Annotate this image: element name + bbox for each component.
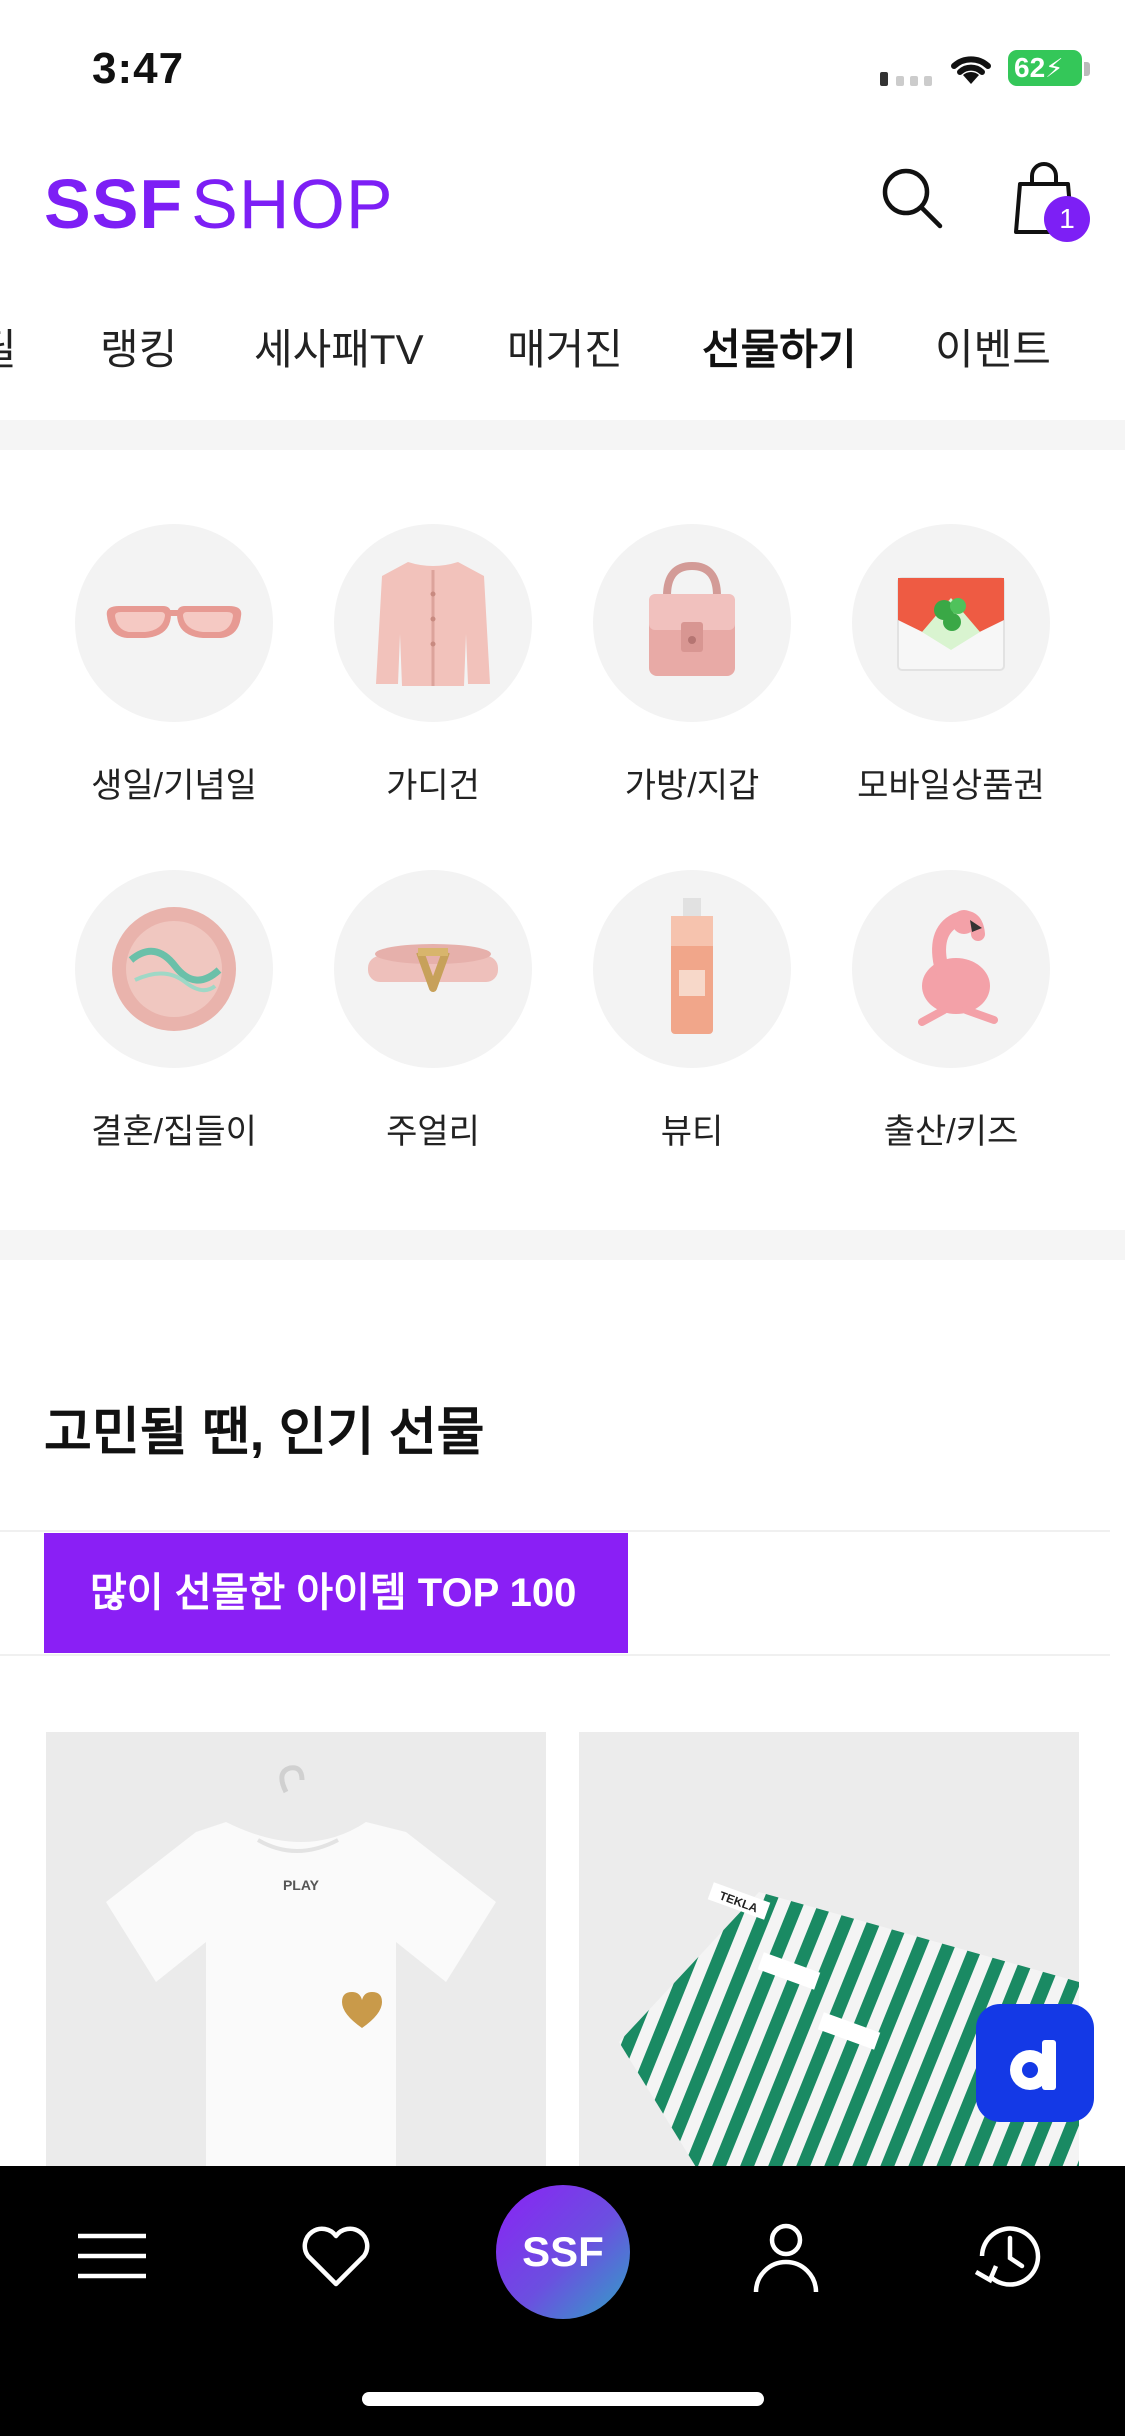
status-time: 3:47 [92,44,185,93]
tab-event[interactable]: 이벤트 [935,316,1051,377]
user-icon[interactable] [746,2216,826,2296]
section-divider [0,1230,1125,1260]
category-image [75,870,273,1068]
wifi-icon [951,56,991,84]
logo-bold: SSF [44,165,184,243]
cardigan-icon [376,562,490,686]
category-mobile-voucher[interactable]: 모바일상품권 [821,524,1081,807]
category-cardigan[interactable]: 가디건 [303,524,563,807]
category-bag-wallet[interactable]: 가방/지갑 [562,524,822,807]
battery-tip [1084,62,1090,76]
product-tag: PLAY [283,1877,320,1893]
t-shirt-image: PLAY [46,1732,546,2172]
category-baby-kids[interactable]: 출산/키즈 [821,870,1081,1153]
tab-magazine[interactable]: 매거진 [507,316,623,377]
category-image [334,870,532,1068]
gift-card-icon [897,577,1005,671]
menu-icon[interactable] [72,2216,152,2296]
ssf-shop-logo[interactable]: SSF SHOP [44,164,394,244]
sunglasses-icon [106,606,242,638]
d-logo-icon [1010,2040,1056,2090]
status-bar: 3:47 62⚡ [0,0,1125,140]
history-icon[interactable] [970,2216,1050,2296]
category-label: 모바일상품권 [857,767,1045,805]
category-label: 가방/지갑 [624,767,760,805]
category-label: 주얼리 [386,1113,480,1151]
product-card-tshirt[interactable]: PLAY [46,1732,546,2172]
handbag-icon [649,561,735,676]
category-image [334,524,532,722]
top100-button[interactable]: 많이 선물한 아이템 TOP 100 [44,1533,628,1653]
category-tabs: 딜 랭킹 세사패TV 매거진 선물하기 이벤트 [0,300,1125,390]
ssf-home-button[interactable]: SSF [496,2185,630,2319]
app-header: SSF SHOP [0,140,1125,260]
search-icon[interactable] [880,166,944,230]
battery-indicator: 62⚡ [1008,50,1082,86]
category-beauty[interactable]: 뷰티 [562,870,822,1153]
section-divider [0,420,1125,450]
battery-level: 62 [1014,52,1046,83]
category-image [75,524,273,722]
bracelet-icon [368,944,498,992]
category-jewelry[interactable]: 주얼리 [303,870,563,1153]
cart-count-badge: 1 [1044,196,1090,242]
chat-fab-button[interactable] [976,2004,1094,2122]
category-label: 가디건 [386,767,480,805]
plate-icon [112,907,236,1031]
category-image [593,524,791,722]
category-label: 생일/기념일 [91,767,257,805]
tab-gift[interactable]: 선물하기 [702,316,857,377]
home-indicator [362,2392,764,2406]
logo-light: SHOP [191,165,394,243]
category-label: 뷰티 [660,1113,724,1151]
heart-icon[interactable] [296,2216,376,2296]
category-wedding-housewarming[interactable]: 결혼/집들이 [44,870,304,1153]
flamingo-toy-icon [918,910,998,1026]
category-label: 출산/키즈 [883,1113,1019,1151]
tab-ranking[interactable]: 랭킹 [100,316,177,377]
category-image [852,870,1050,1068]
category-label: 결혼/집들이 [91,1113,257,1151]
charging-bolt-icon: ⚡ [1045,53,1064,83]
category-birthday[interactable]: 생일/기념일 [44,524,304,807]
perfume-bottle-icon [671,898,713,1034]
rule-bottom [0,1654,1110,1656]
section-title: 고민될 땐, 인기 선물 [44,1404,485,1462]
tab-deal[interactable]: 딜 [0,316,17,377]
tab-sesapae-tv[interactable]: 세사패TV [254,316,424,377]
rule-top [0,1530,1110,1532]
category-image [852,524,1050,722]
category-image [593,870,791,1068]
cellular-signal-icon [880,72,932,86]
